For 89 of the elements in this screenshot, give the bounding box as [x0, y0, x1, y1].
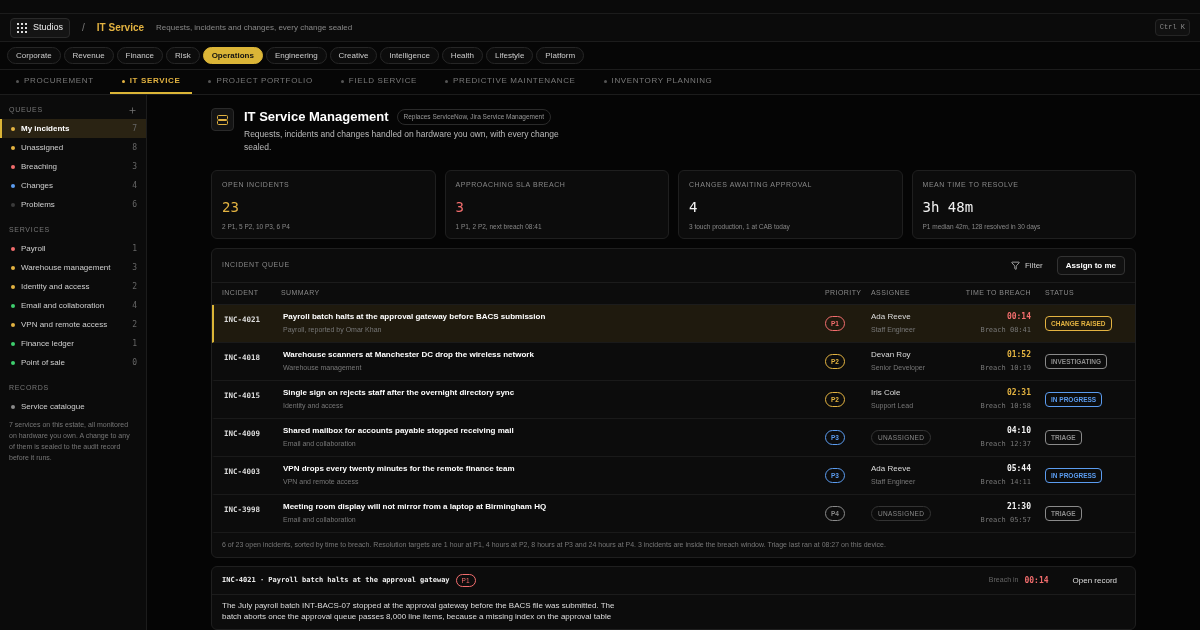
sidebar-item[interactable]: VPN and remote access 2: [0, 315, 146, 334]
page-description: Requests, incidents and changes handled on hardware you own, with every change sealed.: [244, 128, 560, 154]
category-tab[interactable]: Risk: [166, 47, 200, 64]
breach-countdown: 00:14: [1024, 574, 1049, 587]
item-count: 2: [132, 280, 137, 293]
sidebar-label: VPN and remote access: [21, 318, 109, 331]
incident-summary: Meeting room display will not mirror from a laptop at Birmingham HQ: [283, 501, 548, 514]
time-to-breach: 21:30: [1006, 501, 1031, 514]
item-count: 1: [132, 337, 137, 350]
sidebar-label: Problems: [21, 198, 56, 211]
sidebar-item[interactable]: Service catalogue: [0, 397, 146, 416]
category-tab[interactable]: Intelligence: [380, 47, 439, 64]
assignee-name: Devan Roy: [871, 349, 912, 362]
sidebar-item[interactable]: Finance ledger 1: [0, 334, 146, 353]
section-tab[interactable]: PROJECT PORTFOLIO: [196, 70, 325, 94]
section-tab[interactable]: PROCUREMENT: [4, 70, 106, 94]
item-count: 4: [132, 179, 137, 192]
grid-icon: [17, 22, 27, 33]
open-record-button[interactable]: Open record: [1064, 571, 1125, 590]
sidebar-label: Changes: [21, 179, 55, 192]
detail-body: The July payroll batch INT-BACS-07 stopped at the approval gateway before the BACS file was submitted. The batch aborts once the approval queue passes 8,000 line items, because a missing index on the approval table: [221, 600, 616, 622]
time-to-breach: 01:52: [1006, 349, 1031, 362]
sidebar-item[interactable]: Breaching 3: [0, 157, 146, 176]
category-tab[interactable]: Health: [441, 47, 483, 64]
section-tagline: Requests, incidents and changes, every change sealed: [156, 21, 353, 34]
category-tab[interactable]: Operations: [202, 47, 263, 64]
server-icon: [211, 108, 234, 131]
sidebar-label: Email and collaboration: [21, 299, 106, 312]
sidebar-item[interactable]: Identity and access 2: [0, 277, 146, 296]
sidebar-item[interactable]: My incidents 7: [0, 119, 146, 138]
sidebar-item[interactable]: Payroll 1: [0, 239, 146, 258]
sidebar-label: Finance ledger: [21, 337, 75, 350]
section-tab[interactable]: PREDICTIVE MAINTENANCE: [433, 70, 588, 94]
incident-summary: Warehouse scanners at Manchester DC drop the wireless network: [283, 349, 535, 362]
time-to-breach: 02:31: [1006, 387, 1031, 400]
sidebar-item[interactable]: Point of sale 0: [0, 353, 146, 372]
item-count: 2: [132, 318, 137, 331]
sidebar-label: Breaching: [21, 160, 59, 173]
sidebar-label: Payroll: [21, 242, 47, 255]
item-count: 6: [132, 198, 137, 211]
sidebar-label: Point of sale: [21, 356, 67, 369]
item-count: 3: [132, 261, 137, 274]
time-to-breach: 04:10: [1006, 425, 1031, 438]
stat-value: 4: [689, 197, 699, 216]
sidebar-item[interactable]: Changes 4: [0, 176, 146, 195]
sidebar-item[interactable]: Unassigned 8: [0, 138, 146, 157]
filter-icon: [1011, 261, 1020, 270]
category-tab[interactable]: Engineering: [265, 47, 327, 64]
add-icon[interactable]: [128, 105, 137, 115]
category-tab[interactable]: Corporate: [7, 47, 61, 64]
sidebar-label: Unassigned: [21, 141, 65, 154]
section-tab[interactable]: INVENTORY PLANNING: [591, 70, 725, 94]
breadcrumb-separator: /: [82, 21, 85, 35]
incident-summary: Payroll batch halts at the approval gateway before BACS submission: [283, 311, 547, 324]
category-tab[interactable]: Platform: [536, 47, 585, 64]
item-count: 7: [132, 122, 137, 135]
page-title: IT Service Management: [244, 108, 389, 127]
incident-summary: VPN drops every twenty minutes for the remote finance team: [283, 463, 516, 476]
item-count: 3: [132, 160, 137, 173]
stat-value: 23: [222, 197, 240, 216]
sidebar-label: Service catalogue: [21, 400, 86, 413]
section-title: IT Service: [96, 21, 145, 35]
sidebar-item[interactable]: Email and collaboration 4: [0, 296, 146, 315]
category-tab[interactable]: Lifestyle: [486, 47, 534, 64]
sidebar-label: Warehouse management: [21, 261, 112, 274]
sidebar-item[interactable]: Problems 6: [0, 195, 146, 214]
category-tab[interactable]: Finance: [116, 47, 164, 64]
time-to-breach: 00:14: [1006, 311, 1031, 324]
section-tab[interactable]: FIELD SERVICE: [328, 70, 430, 94]
time-to-breach: 05:44: [1006, 463, 1031, 476]
item-count: 1: [132, 242, 137, 255]
item-count: 0: [132, 356, 137, 369]
incident-summary: Shared mailbox for accounts payable stopped receiving mail: [283, 425, 515, 438]
incident-summary: Single sign on rejects staff after the overnight directory sync: [283, 387, 516, 400]
sidebar-item[interactable]: Warehouse management 3: [0, 258, 146, 277]
sidebar-label: My incidents: [21, 122, 71, 135]
studios-button[interactable]: Studios: [10, 17, 71, 38]
stat-value: 3: [455, 197, 465, 216]
assignee-name: Ada Reeve: [871, 311, 912, 324]
filter-button[interactable]: Filter: [1011, 259, 1043, 272]
assignee-name: Ada Reeve: [871, 463, 912, 476]
assignee-name: Iris Cole: [871, 387, 902, 400]
item-count: 4: [132, 299, 137, 312]
item-count: 8: [132, 141, 137, 154]
category-tab[interactable]: Revenue: [63, 47, 114, 64]
category-tab[interactable]: Creative: [329, 47, 378, 64]
stat-value: 3h 48m: [922, 197, 975, 216]
assign-button[interactable]: Assign to me: [1056, 256, 1125, 275]
sidebar-label: Identity and access: [21, 280, 91, 293]
